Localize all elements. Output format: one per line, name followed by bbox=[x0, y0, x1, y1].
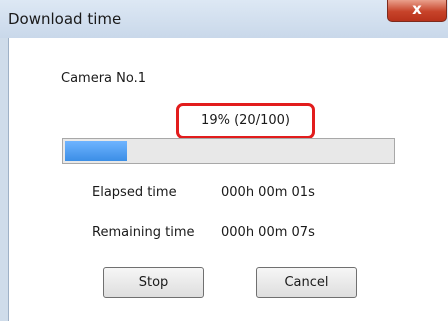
close-button[interactable]: x bbox=[387, 0, 447, 22]
cancel-button[interactable]: Cancel bbox=[256, 267, 357, 298]
progress-bar bbox=[62, 138, 395, 164]
close-icon: x bbox=[412, 0, 422, 18]
title-bar[interactable]: Download time x bbox=[0, 0, 448, 38]
elapsed-time-label: Elapsed time bbox=[92, 185, 177, 200]
download-time-dialog: Download time x Camera No.1 19% (20/100)… bbox=[0, 0, 448, 321]
progress-percent-text: 19% (20/100) bbox=[201, 113, 290, 128]
progress-bar-fill bbox=[65, 141, 127, 161]
elapsed-time-value: 000h 00m 01s bbox=[221, 185, 315, 200]
stop-button[interactable]: Stop bbox=[103, 267, 204, 298]
dialog-body: Camera No.1 19% (20/100) Elapsed time 00… bbox=[8, 38, 448, 321]
remaining-time-label: Remaining time bbox=[92, 225, 195, 240]
remaining-time-value: 000h 00m 07s bbox=[221, 225, 315, 240]
window-title: Download time bbox=[8, 10, 122, 28]
progress-percent-highlight: 19% (20/100) bbox=[176, 103, 315, 139]
camera-label: Camera No.1 bbox=[61, 71, 147, 86]
